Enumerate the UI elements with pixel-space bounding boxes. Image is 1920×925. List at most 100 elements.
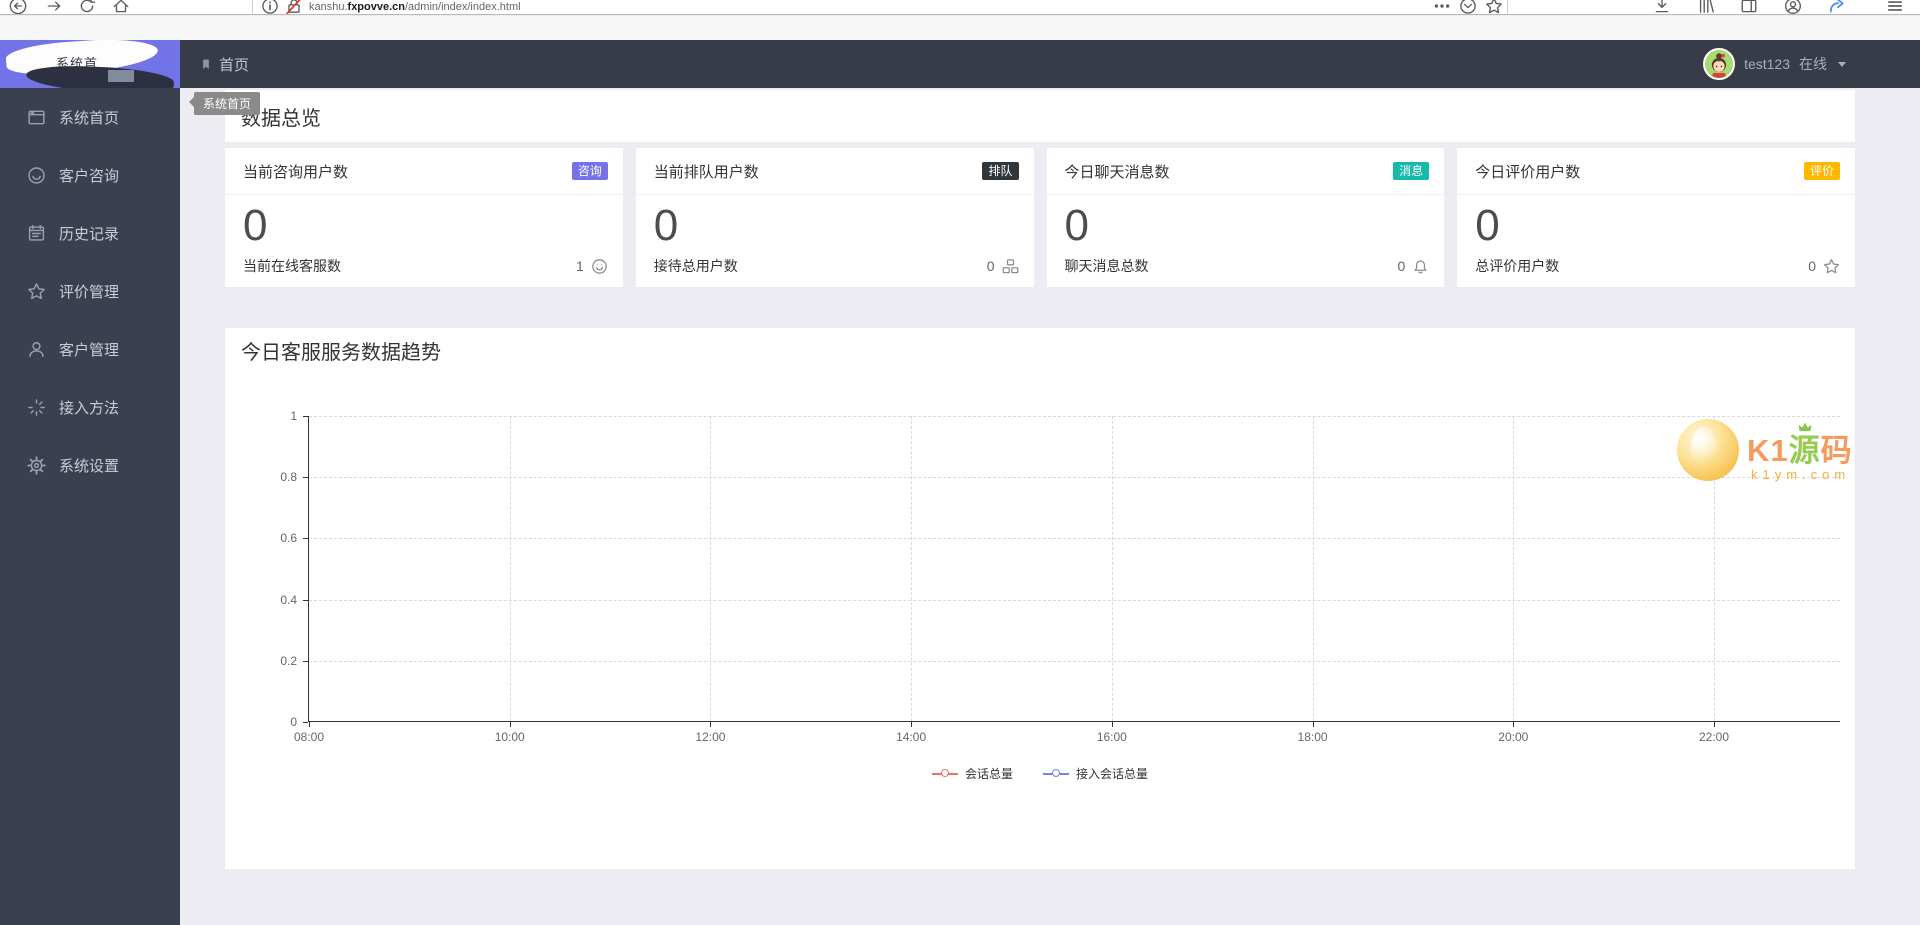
sidebar-item-接入方法[interactable]: 接入方法	[0, 378, 180, 436]
sidebar-item-系统首页[interactable]: 系统首页	[0, 88, 180, 146]
bell-icon	[1412, 258, 1429, 275]
star-icon	[1823, 258, 1840, 275]
insecure-lock-icon	[285, 0, 303, 14]
page-actions-icon[interactable]	[1433, 0, 1451, 14]
sidebars-icon[interactable]	[1740, 0, 1758, 14]
logo-tab	[108, 70, 134, 82]
line-chart: 0 0.2 0.4 0.6 0.8 1 08:00 10:00 12:00 14:00 16:00 1…	[280, 409, 1840, 744]
gridline-h	[309, 538, 1840, 540]
gridline-v	[1513, 416, 1515, 721]
bookmark-icon	[200, 57, 212, 72]
card-badge: 消息	[1393, 162, 1430, 180]
card-title: 当前咨询用户数	[243, 163, 349, 181]
stat-card: 当前排队用户数 排队 0 接待总用户数 0	[635, 148, 1034, 287]
card-footer-label: 接待总用户数	[653, 258, 738, 274]
x-tick	[911, 722, 913, 727]
loader-icon	[27, 398, 46, 417]
pocket-icon[interactable]	[1459, 0, 1477, 14]
y-tick	[303, 599, 308, 601]
gridline-v	[1312, 416, 1314, 721]
y-tick	[303, 722, 308, 723]
card-footer: 总评价用户数 0	[1475, 256, 1840, 276]
card-badge: 咨询	[571, 162, 608, 180]
x-axis-label: 08:00	[293, 730, 325, 744]
gridline-h	[309, 477, 1840, 479]
sidebar: 系统首页 客户咨询 历史记录 评价管理 客户管理接入方法系统设置	[0, 88, 180, 925]
trend-panel: 今日客服服务数据趋势 0 0.2 0.4 0.6 0.8 1 08:00 10:00 12:00…	[225, 328, 1855, 869]
watermark-brand: K1 源码	[1747, 422, 1853, 470]
card-footer: 聊天消息总数 0	[1065, 256, 1430, 276]
card-header: 当前排队用户数 排队	[635, 148, 1034, 195]
url-text: kanshu.fxpovve.cn/admin/index/index.html	[309, 1, 521, 13]
sidebar-item-系统设置[interactable]: 系统设置	[0, 436, 180, 494]
y-tick	[303, 538, 308, 540]
card-footer-label: 聊天消息总数	[1064, 258, 1149, 274]
x-axis-label: 12:00	[695, 730, 726, 744]
gridline-h	[309, 416, 1840, 417]
y-axis-label: 0.2	[280, 653, 297, 668]
main-content: 数据总览 当前咨询用户数 咨询 0 当前在线客服数 1 当前排队用户数 排队 0 接待总用户数 0…	[180, 88, 1920, 925]
menu-tooltip: 系统首页	[188, 92, 261, 115]
sidebar-item-客户管理[interactable]: 客户管理	[0, 320, 180, 378]
legend-item-会话总量[interactable]: 会话总量	[931, 765, 1013, 782]
sidebar-logo: 系统首	[0, 40, 180, 88]
sidebar-item-客户咨询[interactable]: 客户咨询	[0, 146, 180, 204]
user-menu[interactable]: test123 在线	[1703, 40, 1846, 88]
screen: kanshu.fxpovve.cn/admin/index/index.html…	[0, 0, 1920, 925]
avatar[interactable]	[1703, 48, 1736, 80]
card-header: 今日聊天消息数 消息	[1046, 148, 1445, 195]
browser-forward-icon[interactable]	[45, 0, 63, 14]
dialogue-icon	[591, 258, 608, 275]
breadcrumb[interactable]: 首页	[200, 40, 249, 88]
downloads-icon[interactable]	[1653, 0, 1671, 14]
card-header: 今日评价用户数 评价	[1457, 148, 1855, 195]
x-axis-label: 22:00	[1698, 730, 1730, 744]
site-info-icon[interactable]	[261, 0, 279, 14]
sidebar-item-label: 系统设置	[59, 457, 120, 475]
send-tab-icon[interactable]	[1828, 0, 1846, 14]
sidebar-item-评价管理[interactable]: 评价管理	[0, 262, 180, 320]
y-tick	[303, 660, 308, 662]
card-title: 当前排队用户数	[653, 163, 759, 181]
sidebar-item-历史记录[interactable]: 历史记录	[0, 204, 180, 262]
card-badge: 评价	[1803, 162, 1840, 180]
trend-title: 今日客服服务数据趋势	[241, 342, 441, 364]
sidebar-item-label: 接入方法	[59, 399, 120, 417]
legend-label: 会话总量	[964, 767, 1013, 781]
card-value: 0	[653, 201, 679, 250]
chart-legend: 会话总量 接入会话总量	[225, 765, 1855, 782]
x-tick	[710, 722, 712, 727]
legend-item-接入会话总量[interactable]: 接入会话总量	[1043, 765, 1148, 782]
x-tick	[1111, 722, 1113, 727]
account-icon[interactable]	[1784, 0, 1802, 14]
url-bar[interactable]: kanshu.fxpovve.cn/admin/index/index.html	[252, 0, 1508, 14]
bookmark-star-icon[interactable]	[1485, 0, 1503, 14]
card-footer: 接待总用户数 0	[654, 256, 1019, 276]
watermark-logo-icon	[1677, 419, 1739, 481]
card-footer-value: 0	[1808, 258, 1840, 275]
gear-icon	[27, 455, 46, 475]
x-tick	[1312, 722, 1314, 727]
card-footer-value: 0	[1397, 258, 1429, 275]
browser-back-icon[interactable]	[9, 0, 27, 14]
x-axis-label: 16:00	[1096, 730, 1127, 744]
admin-app: 系统首 首页 test123 在线 系统首页 客户咨询 历史记录 评价管理 客户…	[0, 40, 1920, 925]
browser-home-icon[interactable]	[112, 0, 130, 14]
x-tick	[509, 722, 511, 727]
browser-chrome: kanshu.fxpovve.cn/admin/index/index.html	[0, 0, 1920, 15]
gridline-v	[1111, 416, 1113, 721]
y-axis-label: 0.4	[280, 592, 297, 607]
menu-icon[interactable]	[1886, 0, 1904, 14]
stat-card: 当前咨询用户数 咨询 0 当前在线客服数 1	[225, 148, 623, 287]
y-axis-label: 0	[290, 715, 297, 729]
gridline-v	[509, 416, 511, 721]
page-top-gap	[0, 16, 1920, 40]
card-footer-value: 0	[987, 258, 1019, 275]
x-tick	[1513, 722, 1515, 727]
library-icon[interactable]	[1697, 0, 1715, 14]
card-value: 0	[1475, 201, 1500, 250]
browser-reload-icon[interactable]	[78, 0, 96, 14]
x-tick	[309, 722, 310, 727]
notebook-icon	[27, 224, 46, 243]
y-axis-label: 1	[290, 409, 297, 423]
